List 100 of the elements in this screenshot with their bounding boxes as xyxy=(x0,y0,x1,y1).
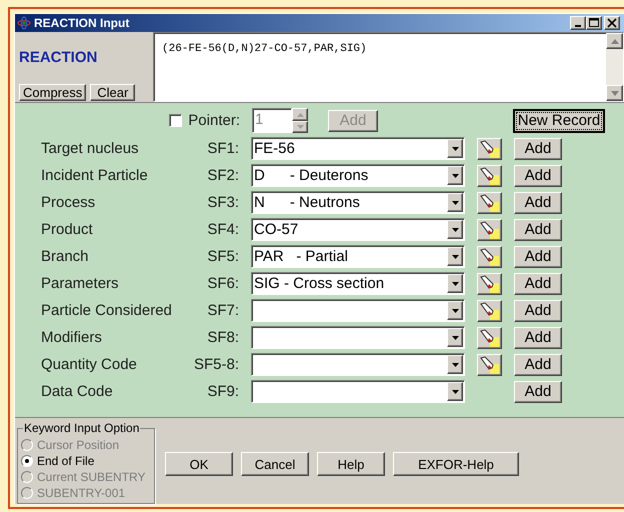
combo-value: N - Neutrons xyxy=(253,192,360,213)
add-button[interactable]: Add xyxy=(514,218,562,241)
caret-icon xyxy=(452,282,458,286)
reaction-code: (26-FE-56(D,N)27-CO-57,PAR,SIG) xyxy=(161,42,368,57)
field-code: SF9: xyxy=(206,382,239,402)
dialog-button[interactable]: EXFOR-Help xyxy=(393,452,519,476)
up-arrow-icon xyxy=(610,38,618,44)
dropdown-button[interactable] xyxy=(447,166,463,186)
field-code: SF4: xyxy=(206,220,239,240)
add-button[interactable]: Add xyxy=(514,164,562,187)
dropdown-button[interactable] xyxy=(447,220,463,240)
caret-icon xyxy=(452,254,458,259)
lookup-button[interactable] xyxy=(477,218,502,241)
compress-button[interactable]: Compress xyxy=(19,84,86,102)
lookup-button[interactable] xyxy=(477,192,502,214)
add-button[interactable]: Add xyxy=(514,246,562,268)
close-button[interactable] xyxy=(604,16,620,30)
field-code: SF2: xyxy=(206,166,239,186)
flashlight-icon xyxy=(480,248,500,266)
caret-icon xyxy=(452,174,458,178)
flashlight-icon xyxy=(480,302,500,320)
flashlight-icon xyxy=(480,140,500,158)
combo-value: FE-56 xyxy=(253,138,295,159)
field-code: SF5: xyxy=(206,246,239,267)
field-label: Process xyxy=(41,192,96,213)
dialog-button[interactable]: Help xyxy=(317,452,385,476)
combo-box[interactable]: N - Neutrons xyxy=(251,191,465,214)
flashlight-icon xyxy=(480,220,500,239)
field-label: Modifiers xyxy=(41,328,103,348)
add-button[interactable]: Add xyxy=(514,138,562,160)
add-button[interactable]: Add xyxy=(514,380,562,403)
combo-box[interactable] xyxy=(251,299,465,322)
add-button[interactable]: Add xyxy=(514,300,562,322)
lookup-button[interactable] xyxy=(477,246,502,268)
dialog-button[interactable]: OK xyxy=(165,452,233,476)
add-button[interactable]: Add xyxy=(514,354,562,376)
dropdown-button[interactable] xyxy=(447,247,463,266)
dialog-button[interactable]: Cancel xyxy=(241,452,309,476)
dropdown-button[interactable] xyxy=(447,139,463,158)
caret-icon xyxy=(452,146,458,151)
combo-box[interactable]: D - Deuterons xyxy=(251,164,465,188)
minimize-button[interactable] xyxy=(570,16,586,30)
field-label: Product xyxy=(41,220,94,240)
caret-icon xyxy=(452,336,458,340)
dropdown-button[interactable] xyxy=(447,382,463,402)
scroll-bar[interactable] xyxy=(606,33,623,102)
lookup-button[interactable] xyxy=(477,164,502,187)
dropdown-button[interactable] xyxy=(447,274,463,294)
lookup-button[interactable] xyxy=(477,354,502,376)
radio-option[interactable]: End of File xyxy=(21,453,154,469)
caret-icon xyxy=(452,228,458,232)
field-code: SF5-8: xyxy=(192,354,239,375)
caret-icon xyxy=(452,200,458,205)
combo-box[interactable] xyxy=(251,326,465,350)
spin-buttons[interactable] xyxy=(292,108,308,134)
field-label: Branch xyxy=(41,246,90,267)
combo-value: PAR - Partial xyxy=(253,246,348,267)
pointer-label: Pointer: xyxy=(188,110,240,131)
combo-box[interactable]: PAR - Partial xyxy=(251,245,465,268)
atom-icon xyxy=(17,16,31,30)
add-button[interactable]: Add xyxy=(514,326,562,349)
lookup-button[interactable] xyxy=(477,272,502,295)
reaction-label: REACTION xyxy=(19,48,98,68)
dropdown-button[interactable] xyxy=(447,301,463,320)
combo-box[interactable]: SIG - Cross section xyxy=(251,272,465,296)
close-icon xyxy=(606,17,618,29)
dropdown-button[interactable] xyxy=(447,328,463,348)
lookup-button[interactable] xyxy=(477,138,502,160)
field-label: Parameters xyxy=(41,274,120,294)
field-code: SF6: xyxy=(206,274,239,294)
dropdown-button[interactable] xyxy=(447,355,463,374)
add-button[interactable]: Add xyxy=(514,192,562,214)
combo-box[interactable]: CO-57 xyxy=(251,218,465,242)
maximize-icon xyxy=(588,17,600,29)
new-record-button[interactable]: New Record xyxy=(513,108,605,133)
field-code: SF7: xyxy=(206,300,239,321)
group-title: Keyword Input Option xyxy=(23,421,140,435)
combo-box[interactable] xyxy=(251,353,465,376)
combo-box[interactable] xyxy=(251,380,465,404)
down-arrow-icon xyxy=(610,90,618,96)
combo-box[interactable]: FE-56 xyxy=(251,137,465,160)
clear-button[interactable]: Clear xyxy=(90,84,136,102)
caret-icon xyxy=(452,390,458,394)
field-code: SF1: xyxy=(206,138,239,159)
minimize-icon xyxy=(575,25,581,27)
down-arrow-icon xyxy=(296,125,304,130)
reaction-text-area[interactable]: (26-FE-56(D,N)27-CO-57,PAR,SIG) xyxy=(153,32,624,102)
add-button[interactable]: Add xyxy=(514,272,562,295)
combo-value: CO-57 xyxy=(253,220,298,240)
lookup-button[interactable] xyxy=(477,300,502,322)
field-label: Data Code xyxy=(41,382,114,402)
flashlight-icon xyxy=(480,356,500,374)
lookup-button[interactable] xyxy=(477,326,502,349)
dropdown-button[interactable] xyxy=(447,193,463,212)
maximize-button[interactable] xyxy=(586,16,602,30)
flashlight-icon xyxy=(480,328,500,347)
up-arrow-icon xyxy=(296,112,304,117)
flashlight-icon xyxy=(480,194,500,212)
flashlight-icon xyxy=(480,274,500,293)
combo-value: D - Deuterons xyxy=(253,166,368,186)
